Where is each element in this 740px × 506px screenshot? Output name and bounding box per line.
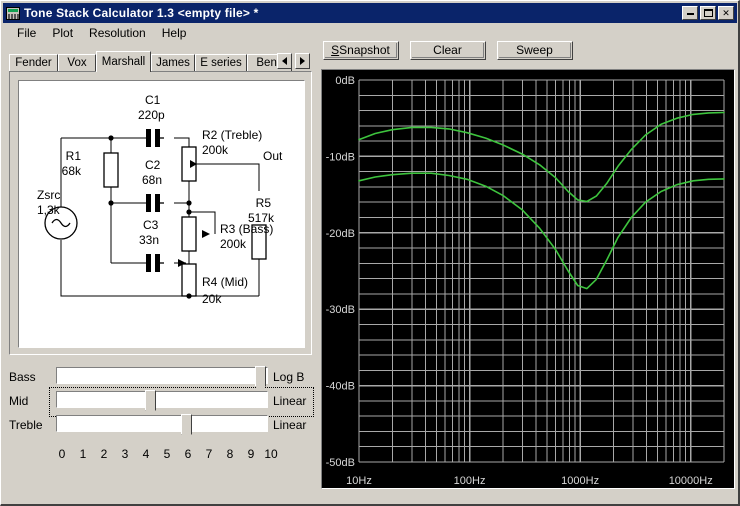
mid-label: Mid (9, 394, 28, 408)
scale-tick-6: 6 (180, 447, 196, 461)
snapshot-button-label: Snapshot (331, 43, 390, 57)
tab-vox[interactable]: Vox (58, 54, 96, 71)
label-c1-ref: C1 (145, 93, 161, 107)
label-r2-ref: R2 (Treble) (202, 128, 262, 142)
label-out: Out (263, 149, 283, 163)
title-bar: Tone Stack Calculator 1.3 <empty file> *… (3, 3, 737, 23)
label-zsrc-ref: Zsrc (37, 188, 60, 202)
treble-slider-thumb[interactable] (181, 414, 192, 435)
label-r5-ref: R5 (256, 196, 272, 210)
scale-tick-8: 8 (222, 447, 238, 461)
scale-tick-0: 0 (54, 447, 70, 461)
scale-tick-2: 2 (96, 447, 112, 461)
chart-ytick-label: -50dB (326, 457, 355, 469)
scale-tick-1: 1 (75, 447, 91, 461)
schematic-canvas: C1 220p C2 68n C3 33n R1 68k R2 (Treble)… (18, 80, 305, 348)
tone-stack-calculator-window: Tone Stack Calculator 1.3 <empty file> *… (0, 0, 740, 506)
tab-marshall[interactable]: Marshall (96, 51, 151, 72)
chart-xtick-label: 10000Hz (669, 475, 713, 487)
schematic-panel: C1 220p C2 68n C3 33n R1 68k R2 (Treble)… (9, 71, 312, 355)
menu-item-plot[interactable]: Plot (44, 25, 81, 41)
close-button[interactable]: ✕ (718, 6, 734, 20)
bass-slider-thumb[interactable] (255, 366, 266, 387)
scale-tick-4: 4 (138, 447, 154, 461)
scale-tick-7: 7 (201, 447, 217, 461)
label-r1-ref: R1 (66, 149, 82, 163)
label-c2-val: 68n (142, 173, 162, 187)
clear-button[interactable]: Clear (410, 41, 486, 60)
tab-scroll-left-icon[interactable] (277, 53, 292, 69)
label-c2-ref: C2 (145, 158, 161, 172)
scale-tick-9: 9 (243, 447, 259, 461)
chart-ytick-label: -10dB (326, 151, 355, 163)
label-r1-val: 68k (62, 164, 82, 178)
chart-ytick-label: -20dB (326, 228, 355, 240)
label-c1-val: 220p (138, 108, 165, 122)
window-controls: ✕ (682, 6, 734, 20)
sweep-button[interactable]: Sweep (497, 41, 573, 60)
label-r4-ref: R4 (Mid) (202, 275, 248, 289)
tab-scroll-right-icon[interactable] (295, 53, 310, 69)
mid-slider-thumb[interactable] (145, 390, 156, 411)
mid-slider-track[interactable] (56, 391, 268, 408)
schematic-drawing: C1 220p C2 68n C3 33n R1 68k R2 (Treble)… (19, 81, 304, 347)
mid-taper-label: Linear (273, 394, 306, 408)
label-c3-ref: C3 (143, 218, 159, 232)
treble-slider-track[interactable] (56, 415, 268, 432)
menu-bar: File Plot Resolution Help (3, 24, 740, 42)
bass-label: Bass (9, 370, 36, 384)
chart-xtick-label: 1000Hz (561, 475, 599, 487)
chart-canvas: 0dB -10dB -20dB -30dB -40dB -50dB 10Hz 100Hz 100… (322, 70, 734, 488)
clear-button-label: Clear (433, 43, 462, 57)
label-c3-val: 33n (139, 233, 159, 247)
tab-james[interactable]: James (151, 54, 195, 71)
window-title: Tone Stack Calculator 1.3 <empty file> * (24, 6, 259, 20)
chart-xtick-label: 100Hz (454, 475, 486, 487)
tab-strip: Fender Vox Marshall James E series Benc (9, 51, 311, 71)
slider-scale: 0 1 2 3 4 5 6 7 8 9 10 (1, 447, 313, 465)
bass-slider-track[interactable] (56, 367, 268, 384)
label-r5-val: 517k (248, 211, 275, 225)
treble-taper-label: Linear (273, 418, 306, 432)
snapshot-button[interactable]: SSnapshot (323, 41, 399, 60)
tab-e-series[interactable]: E series (195, 54, 247, 71)
scale-tick-10: 10 (262, 447, 280, 461)
chart-ytick-label: 0dB (335, 75, 355, 87)
minimize-button[interactable] (682, 6, 698, 20)
label-zsrc-val: 1,3k (37, 203, 61, 217)
tone-controls: Bass Log B Mid Linear Treble Linear 0 1 … (1, 359, 313, 474)
menu-item-file[interactable]: File (9, 25, 44, 41)
sweep-button-label: Sweep (516, 43, 553, 57)
chart-ytick-label: -40dB (326, 381, 355, 393)
chart-xtick-label: 10Hz (346, 475, 372, 487)
label-r4-val: 20k (202, 292, 222, 306)
treble-label: Treble (9, 418, 43, 432)
label-r2-val: 200k (202, 143, 229, 157)
menu-item-resolution[interactable]: Resolution (81, 25, 154, 41)
maximize-button[interactable] (700, 6, 716, 20)
chart-ytick-label: -30dB (326, 304, 355, 316)
calculator-icon (6, 7, 20, 20)
menu-item-help[interactable]: Help (154, 25, 195, 41)
tab-fender[interactable]: Fender (9, 54, 58, 71)
bass-taper-label: Log B (273, 370, 304, 384)
scale-tick-5: 5 (159, 447, 175, 461)
scale-tick-3: 3 (117, 447, 133, 461)
label-r3-val: 200k (220, 237, 247, 251)
frequency-response-graph[interactable]: 0dB -10dB -20dB -30dB -40dB -50dB 10Hz 100Hz 100… (321, 69, 735, 489)
